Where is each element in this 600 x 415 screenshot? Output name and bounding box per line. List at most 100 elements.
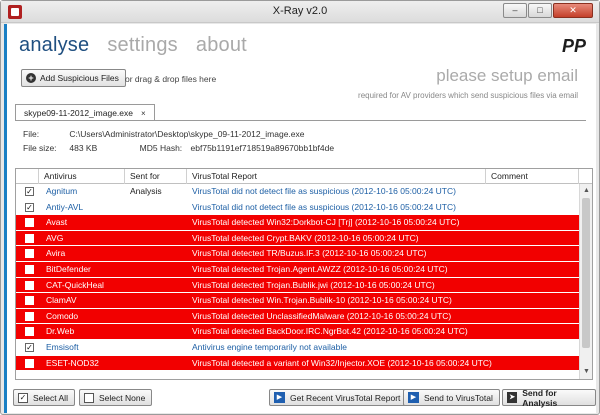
send-virustotal-button[interactable]: ▶ Send to VirusTotal <box>403 389 500 406</box>
antivirus-name: BitDefender <box>46 263 91 274</box>
grid-header: Antivirus Sent for Analysis VirusTotal R… <box>16 169 592 196</box>
select-all-label: Select All <box>33 392 68 403</box>
row-checkbox[interactable] <box>25 358 34 368</box>
get-report-label: Get Recent VirusTotal Report <box>290 392 401 403</box>
scroll-thumb[interactable] <box>582 198 590 348</box>
antivirus-name: AVG <box>46 232 64 243</box>
minimize-icon[interactable]: – <box>503 3 527 18</box>
title-bar: X-Ray v2.0 – □ ✕ <box>1 1 599 23</box>
table-row[interactable]: Comodo VirusTotal detected UnclassifiedMa… <box>16 308 579 325</box>
scroll-down-icon[interactable]: ▼ <box>582 368 591 376</box>
antivirus-name: ESET-NOD32 <box>46 357 99 368</box>
maximize-icon[interactable]: □ <box>528 3 552 18</box>
app-logo: PP <box>561 36 586 56</box>
file-tab-label: skype09-11-2012_image.exe <box>24 108 133 118</box>
md5-value: ebf75b1191ef718519a89670bb1bf4de <box>190 143 335 153</box>
antivirus-name: Emsisoft <box>46 341 79 352</box>
virustotal-report: VirusTotal did not detect file as suspic… <box>192 186 456 196</box>
size-label: File size: <box>23 143 57 153</box>
add-button-label: Add Suspicious Files <box>40 73 119 83</box>
add-suspicious-files-button[interactable]: + Add Suspicious Files <box>21 69 126 87</box>
virustotal-report: VirusTotal did not detect file as suspic… <box>192 201 456 212</box>
row-checkbox[interactable] <box>25 280 34 290</box>
results-grid: Antivirus Sent for Analysis VirusTotal R… <box>15 168 593 380</box>
row-checkbox[interactable]: ✓ <box>25 202 34 212</box>
table-row[interactable]: ✓ Agnitum VirusTotal did not detect file a… <box>16 184 579 200</box>
close-icon[interactable]: ✕ <box>553 3 593 18</box>
virustotal-report: VirusTotal detected Trojan.Agent.AWZZ (2… <box>192 263 448 274</box>
email-setup-link[interactable]: please setup email <box>436 66 578 86</box>
tab-about[interactable]: about <box>196 34 247 57</box>
main-nav: analyse settings about <box>19 34 247 57</box>
file-label: File: <box>23 129 40 139</box>
header-report[interactable]: VirusTotal Report <box>187 169 486 184</box>
checkbox-icon: ✓ <box>18 392 28 403</box>
grid-scrollbar[interactable]: ▲ ▼ <box>579 184 592 379</box>
antivirus-name: Avast <box>46 217 68 228</box>
drag-drop-hint: or drag & drop files here <box>125 74 217 84</box>
select-all-button[interactable]: ✓ Select All <box>13 389 75 406</box>
virustotal-report: VirusTotal detected UnclassifiedMalware … <box>192 310 452 321</box>
app-window: X-Ray v2.0 – □ ✕ analyse settings about … <box>0 0 600 415</box>
antivirus-name: Dr.Web <box>46 326 75 337</box>
main-content: analyse settings about PP + Add Suspicio… <box>4 24 596 413</box>
table-row[interactable]: ✓ Emsisoft Antivirus engine temporarily no… <box>16 340 579 356</box>
row-checkbox[interactable] <box>25 249 34 259</box>
table-row[interactable]: ClamAV VirusTotal detected Win.Trojan.Bub… <box>16 293 579 309</box>
tab-settings[interactable]: settings <box>107 34 178 57</box>
plus-circle-icon: + <box>26 73 36 83</box>
row-checkbox[interactable] <box>25 264 34 274</box>
select-none-button[interactable]: Select None <box>79 389 153 406</box>
virustotal-report: VirusTotal detected Win32:Dorkbot-CJ [Tr… <box>192 217 460 228</box>
virustotal-arrow-icon: ▶ <box>274 392 285 403</box>
row-checkbox[interactable]: ✓ <box>25 187 34 196</box>
header-checkbox-col <box>16 169 39 184</box>
virustotal-report: Antivirus engine temporarily not availab… <box>192 341 347 352</box>
table-row[interactable]: ESET-NOD32 VirusTotal detected a variant … <box>16 355 579 372</box>
checkbox-icon <box>84 392 94 403</box>
send-arrow-icon: ➤ <box>507 392 518 403</box>
table-row[interactable]: ✓ Antiy-AVL VirusTotal did not detect file… <box>16 200 579 216</box>
table-row[interactable]: CAT-QuickHeal VirusTotal detected Trojan.… <box>16 277 579 294</box>
select-none-label: Select None <box>99 392 146 403</box>
row-checkbox[interactable]: ✓ <box>25 342 34 352</box>
header-comment[interactable]: Comment <box>486 169 579 184</box>
table-row[interactable]: Avira VirusTotal detected TR/Buzus.IF.3 (… <box>16 246 579 262</box>
send-analysis-button[interactable]: ➤ Send for Analysis <box>502 387 596 408</box>
row-checkbox[interactable] <box>25 327 34 337</box>
grid-rows: ✓ Agnitum VirusTotal did not detect file a… <box>16 184 579 372</box>
file-path-row: File: C:\Users\Administrator\Desktop\sky… <box>23 129 305 139</box>
row-checkbox[interactable] <box>25 296 34 306</box>
file-path: C:\Users\Administrator\Desktop\skype_09-… <box>69 129 305 139</box>
virustotal-report: VirusTotal detected Win.Trojan.Bublik-10… <box>192 295 452 306</box>
table-row[interactable]: AVG VirusTotal detected Crypt.BAKV (2012-… <box>16 230 579 247</box>
window-controls: – □ ✕ <box>503 3 593 18</box>
virustotal-report: VirusTotal detected BackDoor.IRC.NgrBot.… <box>192 326 468 337</box>
virustotal-report: VirusTotal detected Crypt.BAKV (2012-10-… <box>192 232 419 243</box>
scroll-up-icon[interactable]: ▲ <box>582 187 591 195</box>
file-size-row: File size: 483 KB MD5 Hash: ebf75b1191ef… <box>23 143 334 153</box>
table-row[interactable]: Avast VirusTotal detected Win32:Dorkbot-C… <box>16 215 579 231</box>
get-report-button[interactable]: ▶ Get Recent VirusTotal Report <box>269 389 408 406</box>
antivirus-name: Avira <box>46 248 66 259</box>
row-checkbox[interactable] <box>25 233 34 243</box>
antivirus-name: Comodo <box>46 310 79 321</box>
virustotal-report: VirusTotal detected TR/Buzus.IF.3 (2012-… <box>192 248 427 259</box>
antivirus-name: Antiy-AVL <box>46 201 84 212</box>
send-analysis-label: Send for Analysis <box>522 387 558 408</box>
row-checkbox[interactable] <box>25 311 34 321</box>
md5-label: MD5 Hash: <box>139 143 183 153</box>
row-checkbox[interactable] <box>25 218 34 228</box>
virustotal-report: VirusTotal detected a variant of Win32/I… <box>192 357 492 368</box>
tab-divider <box>15 120 586 121</box>
virustotal-report: VirusTotal detected Trojan.Bublik.jwi (2… <box>192 279 435 290</box>
tab-file[interactable]: skype09-11-2012_image.exe × <box>15 104 155 121</box>
virustotal-arrow-icon: ▶ <box>408 392 419 403</box>
header-antivirus[interactable]: Antivirus <box>39 169 125 184</box>
close-icon[interactable]: × <box>141 109 146 118</box>
antivirus-name: ClamAV <box>46 295 77 306</box>
header-sent[interactable]: Sent for Analysis <box>125 169 187 196</box>
table-row[interactable]: BitDefender VirusTotal detected Trojan.Ag… <box>16 261 579 278</box>
tab-analyse[interactable]: analyse <box>19 34 89 57</box>
table-row[interactable]: Dr.Web VirusTotal detected BackDoor.IRC.N… <box>16 324 579 340</box>
